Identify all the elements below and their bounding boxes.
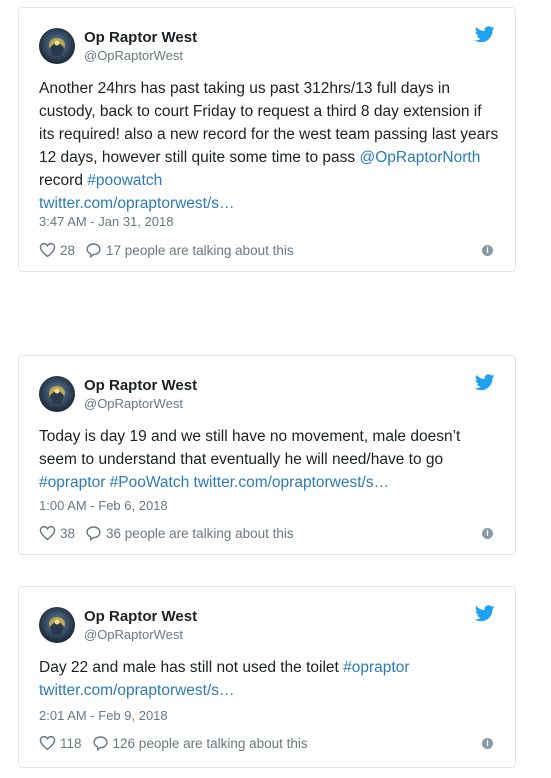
info-icon[interactable]: i: [482, 738, 493, 749]
tweet-text: Another 24hrs has past taking us past 31…: [39, 80, 499, 212]
bird-icon[interactable]: [475, 605, 495, 622]
talking-count: 17 people are talking about this: [106, 242, 294, 258]
heart-icon: [39, 735, 56, 751]
avatar[interactable]: [39, 28, 75, 64]
like-count: 28: [60, 242, 76, 258]
comment-icon: [86, 526, 101, 541]
tweet-link[interactable]: twitter.com/opraptorwest/s…: [194, 474, 390, 491]
hashtag-link[interactable]: #poowatch: [87, 172, 162, 189]
like-button[interactable]: 28: [39, 242, 75, 258]
tweet-link[interactable]: twitter.com/opraptorwest/s…: [39, 682, 235, 699]
tweet-card: Op Raptor West @OpRaptorWest Day 22 and …: [18, 586, 516, 768]
timestamp[interactable]: 2:01 AM - Feb 9, 2018: [39, 708, 168, 723]
talking-count: 36 people are talking about this: [106, 525, 294, 541]
info-icon[interactable]: i: [482, 528, 493, 539]
tweet-actions: 118 126 people are talking about this: [39, 735, 318, 751]
tweet-text: Today is day 19 and we still have no mov…: [39, 428, 461, 491]
conversation-button[interactable]: 36 people are talking about this: [85, 525, 294, 541]
comment-icon: [86, 243, 101, 258]
hashtag-link[interactable]: #PooWatch: [110, 474, 190, 491]
avatar[interactable]: [39, 376, 75, 412]
like-button[interactable]: 38: [39, 525, 75, 541]
like-button[interactable]: 118: [39, 735, 82, 751]
like-count: 118: [60, 735, 82, 751]
conversation-button[interactable]: 17 people are talking about this: [85, 242, 294, 258]
display-name[interactable]: Op Raptor West: [84, 607, 197, 626]
tweet-card: Op Raptor West @OpRaptorWest Another 24h…: [18, 7, 516, 272]
comment-icon: [92, 736, 108, 751]
info-icon[interactable]: i: [482, 245, 493, 256]
like-count: 38: [60, 525, 76, 541]
user-handle[interactable]: @OpRaptorWest: [84, 395, 197, 412]
tweet-card: Op Raptor West @OpRaptorWest Today is da…: [18, 355, 516, 555]
bird-icon[interactable]: [475, 26, 495, 43]
display-name[interactable]: Op Raptor West: [84, 28, 197, 47]
user-handle[interactable]: @OpRaptorWest: [84, 47, 197, 64]
display-name[interactable]: Op Raptor West: [84, 376, 197, 395]
bird-icon[interactable]: [475, 374, 495, 391]
talking-count: 126 people are talking about this: [112, 735, 308, 751]
tweet-link[interactable]: twitter.com/opraptorwest/s…: [39, 195, 235, 212]
avatar[interactable]: [39, 607, 75, 643]
hashtag-link[interactable]: #opraptor: [39, 474, 105, 491]
heart-icon: [39, 242, 56, 258]
heart-icon: [39, 525, 56, 541]
conversation-button[interactable]: 126 people are talking about this: [92, 735, 308, 751]
tweet-actions: 38 36 people are talking about this: [39, 525, 304, 541]
user-handle[interactable]: @OpRaptorWest: [84, 626, 197, 643]
tweet-text: Day 22 and male has still not used the t…: [39, 659, 410, 699]
mention-link[interactable]: @OpRaptorNorth: [359, 149, 480, 166]
tweet-actions: 28 17 people are talking about this: [39, 242, 304, 258]
timestamp[interactable]: 1:00 AM - Feb 6, 2018: [39, 498, 168, 513]
timestamp[interactable]: 3:47 AM - Jan 31, 2018: [39, 214, 173, 229]
hashtag-link[interactable]: #opraptor: [343, 659, 409, 676]
